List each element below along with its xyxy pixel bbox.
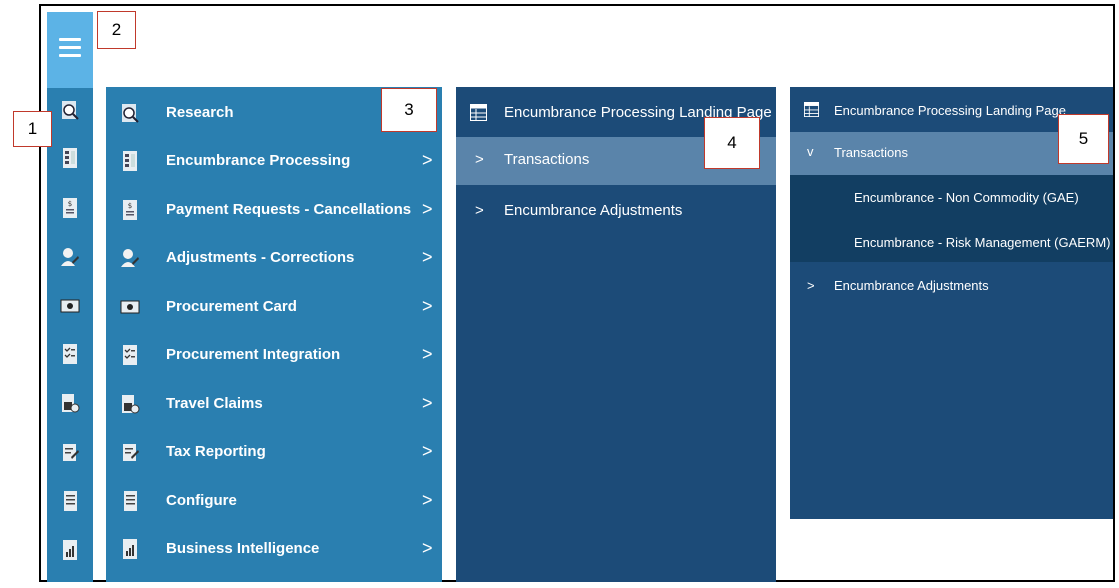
menu-item-travel-claims[interactable]: Travel Claims > [106,380,442,428]
procurement-card-icon [119,296,141,318]
payment-icon[interactable]: $ [60,197,80,219]
chevron-right-icon: > [422,150,433,170]
callout-1: 1 [13,111,52,147]
svg-text:$: $ [68,200,72,208]
tax-reporting-icon[interactable] [60,441,80,463]
chevron-right-icon: > [475,202,484,219]
menu-item-business-intelligence[interactable]: Business Intelligence > [106,525,442,573]
transactions-label: Transactions [834,145,908,160]
menu-item-adjustments[interactable]: Adjustments - Corrections > [106,234,442,282]
procurement-integration-icon[interactable] [60,343,80,365]
business-intelligence-icon[interactable] [60,539,80,561]
hamburger-icon [59,38,81,62]
menu-item-procurement-card[interactable]: Procurement Card > [106,283,442,331]
encumbrance-icon [119,150,141,172]
table-icon [804,102,819,117]
menu-item-tax-reporting[interactable]: Tax Reporting > [106,428,442,476]
callout-5: 5 [1058,114,1109,164]
menu-item-label: Travel Claims [166,395,263,412]
svg-text:$: $ [128,202,132,210]
menu-item-label: Payment Requests - Cancellations [166,201,412,218]
travel-claims-icon [119,393,141,415]
chevron-right-icon: > [422,538,433,558]
menu-item-label: Business Intelligence [166,540,320,557]
chevron-right-icon: > [422,441,433,461]
nav-item-non-commodity[interactable]: Encumbrance - Non Commodity (GAE) [790,175,1113,218]
nav-item-risk-management[interactable]: Encumbrance - Risk Management (GAERM) [790,218,1113,262]
menu-item-label: Procurement Integration [166,346,341,363]
callout-4: 4 [704,117,760,169]
nav-item-encumbrance-adjustments[interactable]: > Encumbrance Adjustments [456,188,776,234]
nav-item-encumbrance-adjustments[interactable]: > Encumbrance Adjustments [790,265,1113,305]
encumbrance-icon[interactable] [60,147,80,169]
chevron-right-icon: > [422,344,433,364]
encumbrance-adjustments-label: Encumbrance Adjustments [504,202,683,219]
chevron-right-icon: > [475,151,484,168]
menu-item-label: Procurement Card [166,298,297,315]
transactions-label: Transactions [504,151,590,168]
menu-item-label: Configure [166,492,237,509]
menu-item-payment[interactable]: $ Payment Requests - Cancellations > [106,186,442,234]
table-icon [470,104,487,121]
payment-icon: $ [119,199,141,221]
chevron-down-icon: v [807,144,814,159]
procurement-card-icon[interactable] [60,295,80,317]
research-icon[interactable] [60,99,80,121]
hamburger-menu-button[interactable] [47,12,93,88]
menu-item-encumbrance[interactable]: Encumbrance Processing > [106,137,442,185]
business-intelligence-icon [119,538,141,560]
menu-item-procurement-integration[interactable]: Procurement Integration > [106,331,442,379]
menu-item-label: Tax Reporting [166,443,266,460]
research-icon [119,102,141,124]
encumbrance-adjustments-label: Encumbrance Adjustments [834,278,989,293]
callout-3: 3 [381,88,437,132]
menu-item-label: Encumbrance Processing [166,152,351,169]
adjustments-icon[interactable] [60,246,80,268]
configure-icon[interactable] [60,490,80,512]
menu-item-label: Research [166,104,234,121]
landing-page-label: Encumbrance Processing Landing Page [834,103,1066,118]
chevron-right-icon: > [422,296,433,316]
callout-2: 2 [97,11,136,49]
chevron-right-icon: > [422,247,433,267]
transactions-submenu: Encumbrance - Non Commodity (GAE) Encumb… [790,175,1113,262]
chevron-right-icon: > [422,199,433,219]
chevron-right-icon: > [422,393,433,413]
tax-reporting-icon [119,441,141,463]
risk-management-label: Encumbrance - Risk Management (GAERM) [854,235,1111,250]
travel-claims-icon[interactable] [60,392,80,414]
main-menu-panel: Research Encumbrance Processing > $ Payment … [106,87,442,582]
procurement-integration-icon [119,344,141,366]
chevron-right-icon: > [807,278,815,293]
configure-icon [119,490,141,512]
chevron-right-icon: > [422,490,433,510]
menu-item-label: Adjustments - Corrections [166,249,355,266]
non-commodity-label: Encumbrance - Non Commodity (GAE) [854,190,1079,205]
menu-item-configure[interactable]: Configure > [106,477,442,525]
adjustments-icon [119,247,141,269]
